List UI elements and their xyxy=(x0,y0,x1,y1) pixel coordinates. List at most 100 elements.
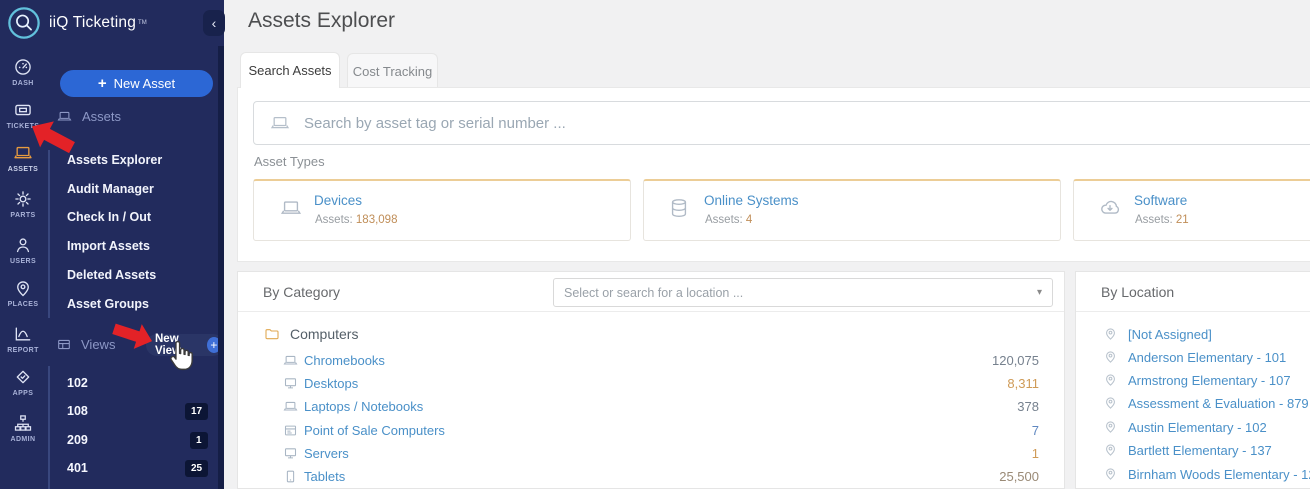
by-category-panel: By Category Select or search for a locat… xyxy=(237,271,1065,489)
asset-type-card-devices[interactable]: Devices Assets: 183,098 xyxy=(253,179,631,241)
map-pin-icon xyxy=(13,278,33,298)
nav-apps[interactable]: APPS xyxy=(0,362,46,402)
views-grid-icon xyxy=(56,337,72,352)
views-header: Views xyxy=(56,337,115,352)
location-bartlett[interactable]: Bartlett Elementary - 137 xyxy=(1128,443,1272,458)
laptop-icon xyxy=(278,197,304,219)
tab-search-assets[interactable]: Search Assets xyxy=(240,52,340,88)
page-title: Assets Explorer xyxy=(248,9,395,33)
nav-rail: DASH TICKETS ASSETS xyxy=(0,52,46,448)
dashboard-icon xyxy=(13,57,33,77)
asset-type-card-software[interactable]: Software Assets: 21 xyxy=(1073,179,1310,241)
nav-parts[interactable]: PARTS xyxy=(0,184,46,224)
asset-types-label: Asset Types xyxy=(254,154,325,169)
org-chart-icon xyxy=(13,413,33,433)
location-birnham-woods[interactable]: Birnham Woods Elementary - 129 xyxy=(1128,467,1310,482)
caret-down-icon: ▾ xyxy=(1037,287,1042,298)
by-category-header: By Category Select or search for a locat… xyxy=(238,272,1064,312)
asset-type-card-online-systems[interactable]: Online Systems Assets: 4 xyxy=(643,179,1061,241)
asset-search-box xyxy=(253,101,1310,145)
laptop-icon xyxy=(282,353,299,368)
new-view-button[interactable]: New View + xyxy=(146,334,224,356)
nav-tickets[interactable]: TICKETS xyxy=(0,95,46,135)
sidebar: iiQ Ticketing TM ‹ DASH xyxy=(0,0,224,489)
view-badge-401: 25 xyxy=(185,460,208,477)
map-pin-icon xyxy=(1103,395,1118,410)
desktop-monitor-icon xyxy=(282,376,299,391)
asset-search-input[interactable] xyxy=(304,115,1310,132)
tablet-icon xyxy=(282,469,299,484)
new-asset-button[interactable]: + New Asset xyxy=(60,70,213,97)
location-austin[interactable]: Austin Elementary - 102 xyxy=(1128,420,1267,435)
nav-assets[interactable]: ASSETS xyxy=(0,138,46,178)
tab-cost-tracking[interactable]: Cost Tracking xyxy=(347,53,438,88)
view-badge-209: 1 xyxy=(190,432,208,449)
assets-menu-header: Assets xyxy=(56,109,121,124)
app-title: iiQ Ticketing xyxy=(49,14,136,32)
menu-item-assets-explorer[interactable]: Assets Explorer xyxy=(67,153,162,167)
category-count: 8,311 xyxy=(919,376,1039,391)
report-chart-icon xyxy=(13,324,33,344)
category-desktops[interactable]: Desktops xyxy=(304,376,358,391)
nav-dash[interactable]: DASH xyxy=(0,52,46,92)
app-logo-icon xyxy=(7,6,41,40)
menu-item-deleted-assets[interactable]: Deleted Assets xyxy=(67,268,156,282)
main-content: Assets Explorer Search Assets Cost Track… xyxy=(224,0,1310,489)
brand: iiQ Ticketing TM xyxy=(0,0,224,46)
location-anderson[interactable]: Anderson Elementary - 101 xyxy=(1128,350,1286,365)
location-not-assigned[interactable]: [Not Assigned] xyxy=(1128,327,1212,342)
location-armstrong[interactable]: Armstrong Elementary - 107 xyxy=(1128,373,1291,388)
location-assessment-evaluation[interactable]: Assessment & Evaluation - 879 xyxy=(1128,396,1309,411)
plus-icon: + xyxy=(98,75,107,92)
menu-item-check-in-out[interactable]: Check In / Out xyxy=(67,210,151,224)
map-pin-icon xyxy=(1103,466,1118,481)
category-point-of-sale[interactable]: Point of Sale Computers xyxy=(304,423,445,438)
assets-menu-connector xyxy=(48,150,50,318)
by-location-panel: By Location [Not Assigned] Anderson Elem… xyxy=(1075,271,1310,489)
category-count: 1 xyxy=(919,446,1039,461)
laptop-icon xyxy=(56,109,73,124)
map-pin-icon xyxy=(1103,419,1118,434)
server-icon xyxy=(282,446,299,461)
laptop-icon xyxy=(12,143,34,163)
folder-icon xyxy=(263,326,281,342)
nav-users[interactable]: USERS xyxy=(0,230,46,270)
menu-item-audit-manager[interactable]: Audit Manager xyxy=(67,182,154,196)
category-chromebooks[interactable]: Chromebooks xyxy=(304,353,385,368)
gear-icon xyxy=(13,189,33,209)
category-servers[interactable]: Servers xyxy=(304,446,349,461)
view-item-209[interactable]: 209 xyxy=(67,433,88,447)
category-count: 120,075 xyxy=(919,353,1039,368)
category-count: 378 xyxy=(919,399,1039,414)
chevron-left-icon: ‹ xyxy=(212,15,217,31)
by-location-title: By Location xyxy=(1101,284,1174,300)
by-location-header: By Location xyxy=(1076,272,1310,312)
map-pin-icon xyxy=(1103,326,1118,341)
laptop-icon xyxy=(282,399,299,414)
view-item-108[interactable]: 108 xyxy=(67,404,88,418)
view-item-102[interactable]: 102 xyxy=(67,376,88,390)
apps-icon xyxy=(13,367,33,387)
category-count: 7 xyxy=(919,423,1039,438)
user-icon xyxy=(13,235,33,255)
category-tablets[interactable]: Tablets xyxy=(304,469,345,484)
nav-places[interactable]: PLACES xyxy=(0,273,46,313)
nav-admin[interactable]: ADMIN xyxy=(0,408,46,448)
collapse-sidebar-button[interactable]: ‹ xyxy=(203,10,225,36)
menu-item-import-assets[interactable]: Import Assets xyxy=(67,239,150,253)
category-laptops-notebooks[interactable]: Laptops / Notebooks xyxy=(304,399,423,414)
by-category-title: By Category xyxy=(263,284,340,300)
view-item-401[interactable]: 401 xyxy=(67,461,88,475)
cloud-download-icon xyxy=(1098,197,1122,219)
category-computers[interactable]: Computers xyxy=(263,326,358,342)
ticket-icon xyxy=(12,100,34,120)
map-pin-icon xyxy=(1103,372,1118,387)
search-assets-panel: Asset Types Devices Assets: 183,098 Onli… xyxy=(237,87,1310,262)
menu-item-asset-groups[interactable]: Asset Groups xyxy=(67,297,149,311)
database-icon xyxy=(668,197,690,219)
views-connector xyxy=(48,366,50,489)
map-pin-icon xyxy=(1103,349,1118,364)
assets-explorer-screen: iiQ Ticketing TM ‹ DASH xyxy=(0,0,1310,489)
nav-report[interactable]: REPORT xyxy=(0,319,46,359)
location-filter-select[interactable]: Select or search for a location ... ▾ xyxy=(553,278,1053,307)
